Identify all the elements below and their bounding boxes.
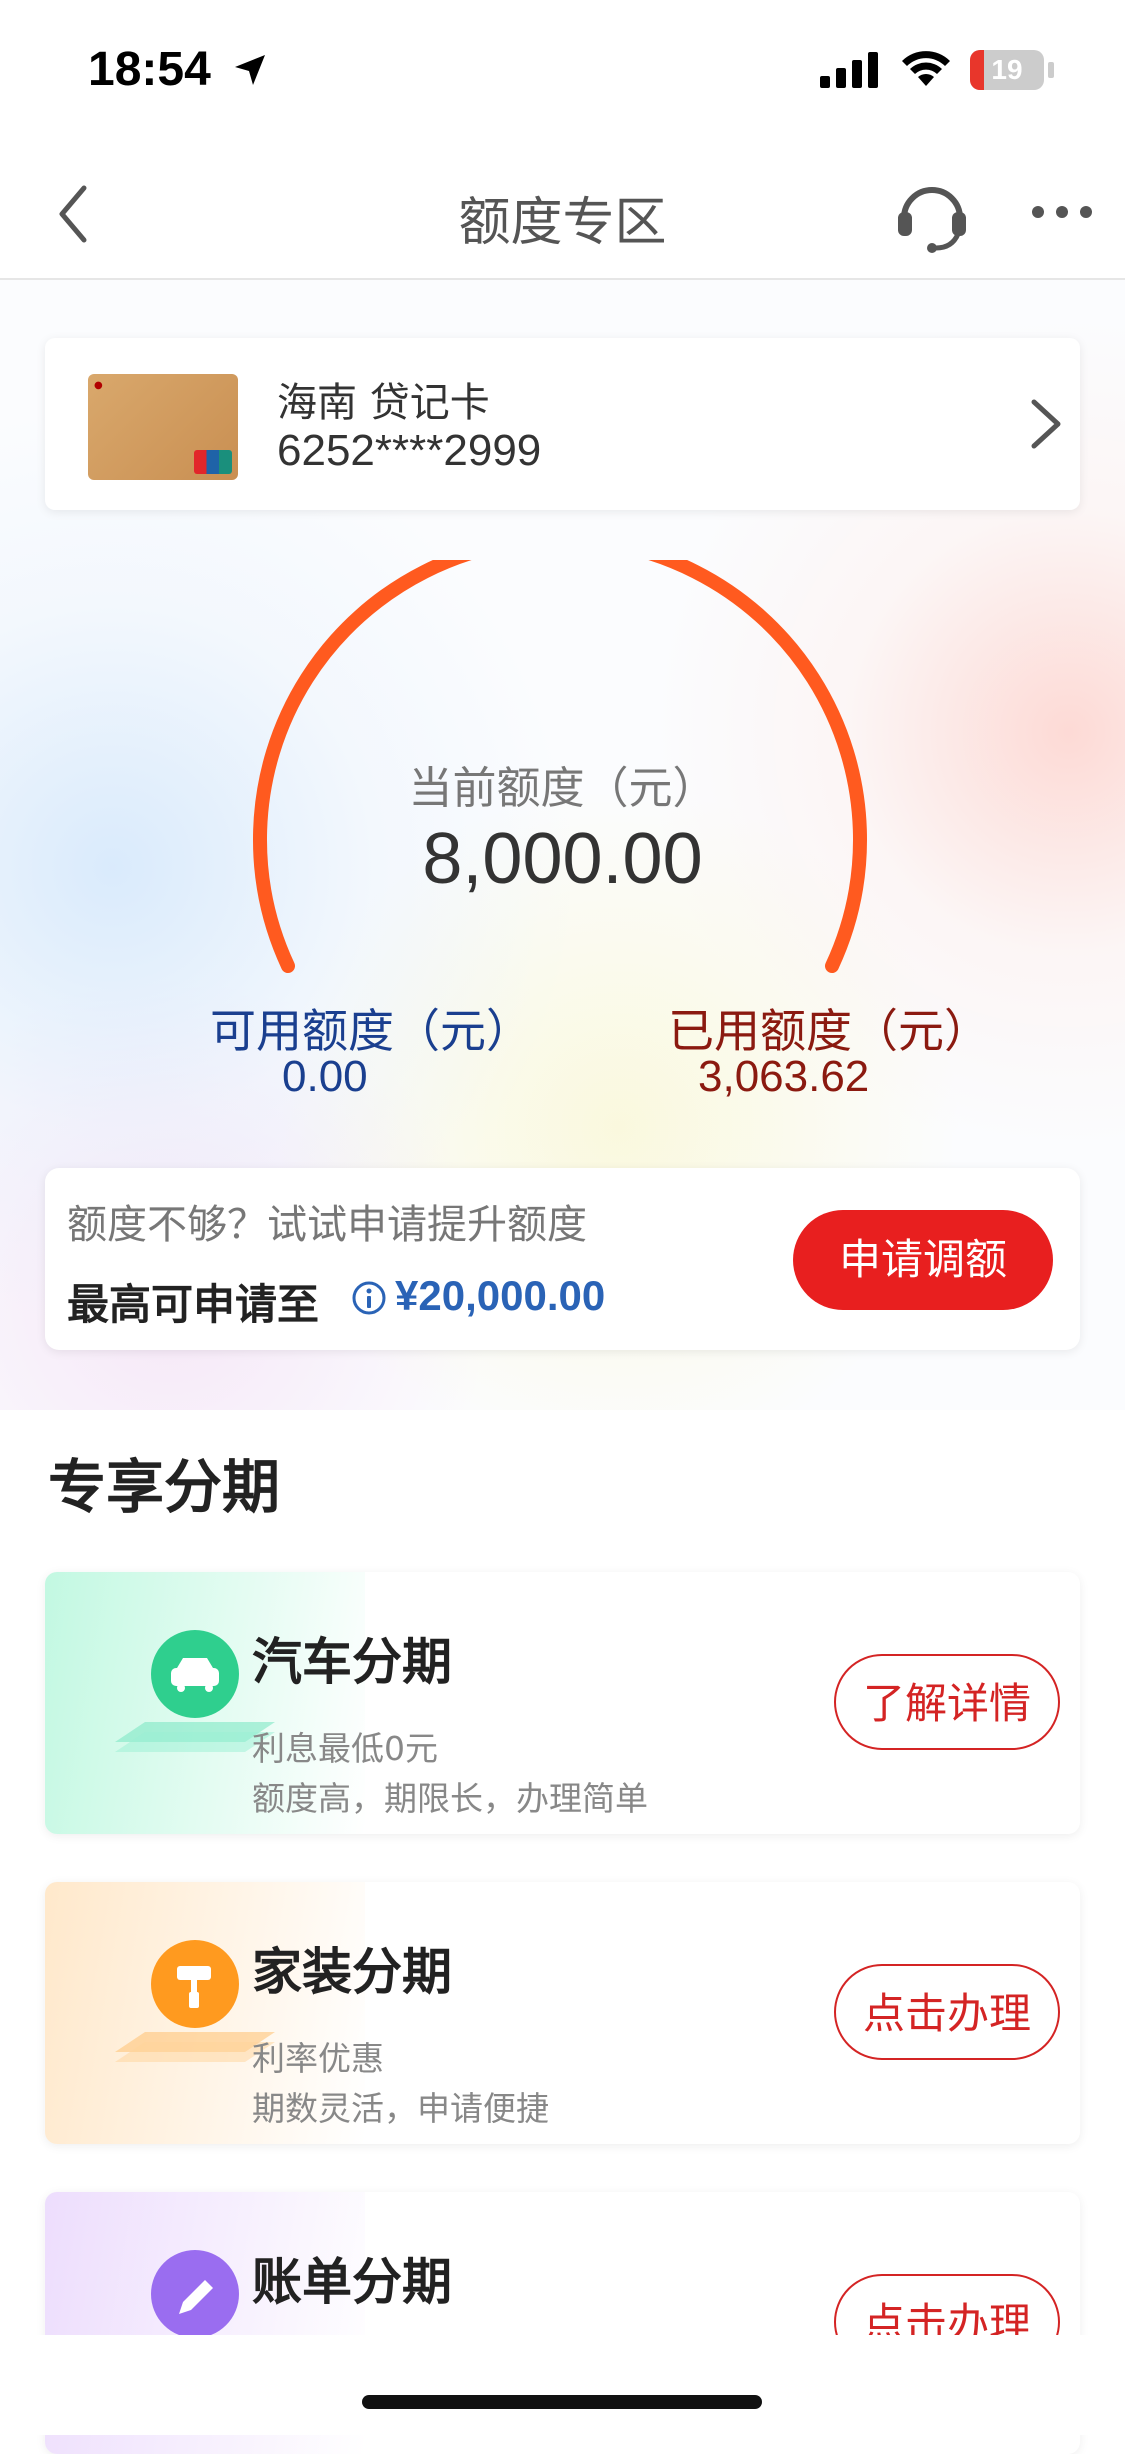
used-limit-value: 3,063.62 <box>698 1052 870 1101</box>
location-arrow-icon <box>235 55 265 85</box>
home-indicator[interactable] <box>362 2395 762 2409</box>
unionpay-logo-icon <box>194 450 232 474</box>
raise-limit-card: 额度不够？试试申请提升额度 最高可申请至 ¥20,000.00 申请调额 <box>45 1168 1080 1350</box>
product-card-car-installment[interactable]: 汽车分期 利息最低0元 额度高，期限长，办理简单 了解详情 <box>45 1572 1080 1834</box>
max-apply-value: ¥20,000.00 <box>395 1272 606 1319</box>
max-apply-label: 最高可申请至 <box>67 1280 320 1329</box>
product-card-home-decor-installment[interactable]: 家装分期 利率优惠 期数灵活，申请便捷 点击办理 <box>45 1882 1080 2144</box>
battery-indicator: 19 <box>970 50 1044 90</box>
current-limit-label: 当前额度（元） <box>408 763 717 814</box>
raise-limit-question: 额度不够？试试申请提升额度 <box>67 1202 587 1248</box>
headset-icon[interactable] <box>890 172 974 256</box>
more-options-icon[interactable] <box>1030 204 1094 220</box>
product-desc-1: 利率优惠 <box>252 2039 384 2078</box>
product-name: 账单分期 <box>252 2253 452 2311</box>
card-selector[interactable]: ● 海南 贷记卡 6252****2999 <box>45 338 1080 510</box>
info-icon[interactable] <box>351 1280 387 1316</box>
status-bar: 18:54 19 <box>0 0 1125 150</box>
product-desc-2: 期数灵活，申请便捷 <box>252 2089 549 2128</box>
navigation-bar: 额度专区 <box>0 150 1125 280</box>
section-title: 专享分期 <box>48 1453 281 1521</box>
chevron-right-icon <box>1031 399 1061 449</box>
apply-adjust-limit-button[interactable]: 申请调额 <box>793 1210 1053 1310</box>
card-name: 海南 贷记卡 <box>277 380 490 426</box>
available-limit-value: 0.00 <box>282 1052 368 1101</box>
bank-logo-icon: ● <box>94 380 103 391</box>
bottom-safe-area <box>0 2335 1125 2435</box>
available-limit-label: 可用额度（元） <box>210 1004 532 1058</box>
product-desc-1: 利息最低0元 <box>252 1729 438 1768</box>
wifi-icon <box>902 51 950 86</box>
cellular-signal-icon <box>820 52 878 88</box>
current-limit-value: 8,000.00 <box>422 819 703 899</box>
status-time: 18:54 <box>88 43 211 96</box>
product-desc-2: 额度高，期限长，办理简单 <box>252 1779 648 1818</box>
apply-now-button[interactable]: 点击办理 <box>834 1964 1060 2060</box>
battery-percent: 19 <box>991 54 1023 85</box>
battery-tip <box>1048 62 1054 78</box>
product-name: 汽车分期 <box>252 1633 452 1691</box>
learn-details-button[interactable]: 了解详情 <box>834 1654 1060 1750</box>
product-name: 家装分期 <box>252 1943 452 2001</box>
credit-card-image: ● <box>88 374 238 480</box>
card-number: 6252****2999 <box>277 426 542 475</box>
